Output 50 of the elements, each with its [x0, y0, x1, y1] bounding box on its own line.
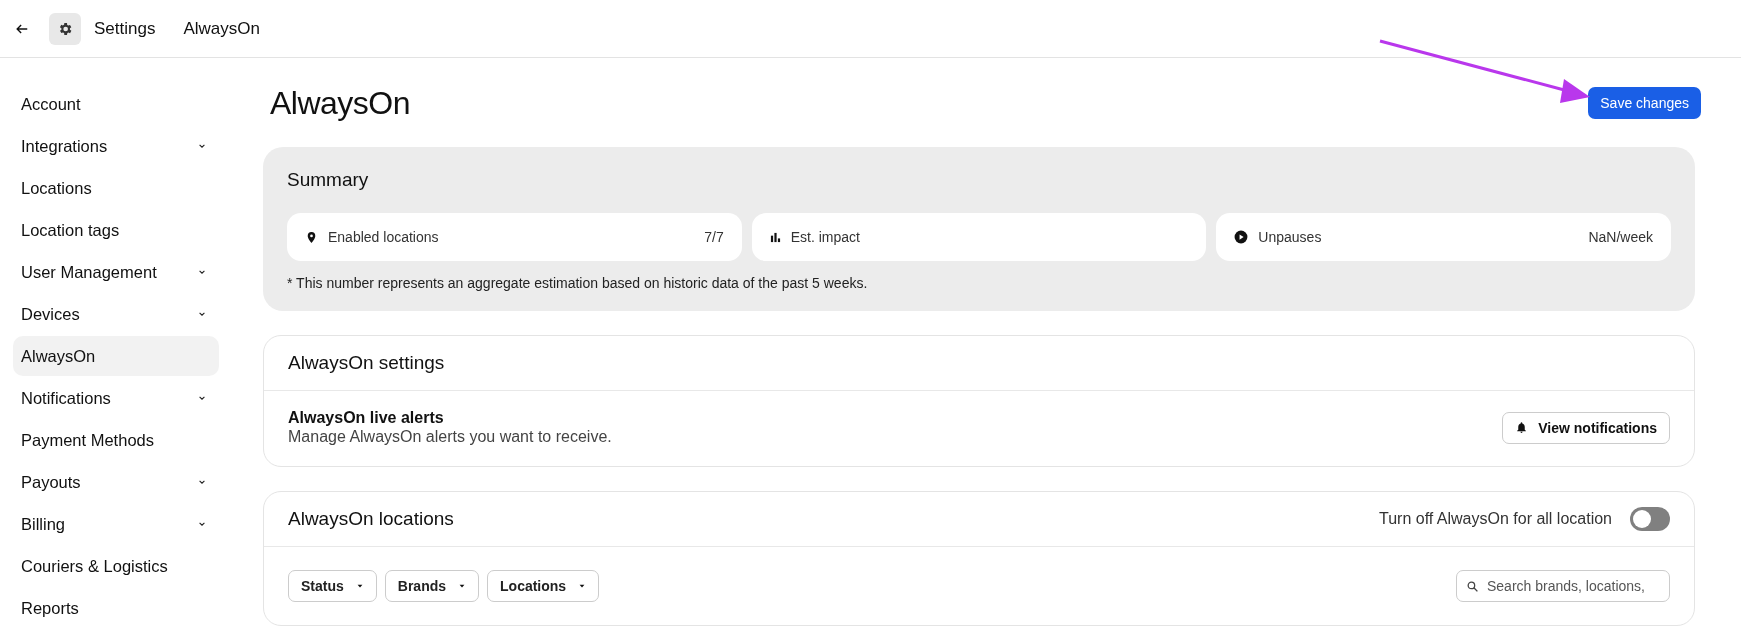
sidebar-item[interactable]: Account [13, 84, 219, 124]
toggle-label: Turn off AlwaysOn for all location [1379, 510, 1612, 528]
filter-dropdown[interactable]: Status [288, 570, 377, 602]
play-icon [1234, 230, 1249, 244]
stat-label: Enabled locations [328, 229, 439, 245]
stat-label: Unpauses [1258, 229, 1322, 245]
sidebar-item[interactable]: Locations [13, 168, 219, 208]
sidebar-item[interactable]: User Management [13, 252, 219, 292]
sidebar-item[interactable]: Reports [13, 588, 219, 628]
page-title: AlwaysOn [270, 84, 411, 122]
sidebar-item[interactable]: Billing [13, 504, 219, 544]
filter-dropdown[interactable]: Brands [384, 570, 480, 602]
card-title: AlwaysOn locations [288, 508, 454, 530]
summary-title: Summary [287, 169, 370, 191]
footnote: * This number represents an aggregate estimation based on historic data of the past 5 weeks. [287, 275, 869, 291]
settings-icon[interactable] [49, 12, 81, 45]
card-title: AlwaysOn settings [288, 352, 445, 374]
sidebar-item[interactable]: AlwaysOn [13, 336, 219, 376]
chevron-icon [198, 142, 206, 150]
sidebar-item[interactable]: Integrations [13, 126, 219, 166]
alerts-description: Manage AlwaysOn alerts you want to receive. [288, 428, 612, 446]
sidebar-item[interactable]: Payment Methods [13, 420, 219, 460]
chevron-icon [198, 268, 206, 276]
breadcrumb: AlwaysOn [183, 18, 260, 39]
sidebar-item[interactable]: Location tags [13, 210, 219, 250]
filter-dropdown[interactable]: Locations [487, 570, 600, 602]
bell-icon [1515, 421, 1529, 434]
search-icon [1466, 580, 1479, 593]
bar-chart-icon [769, 231, 781, 243]
sidebar-item[interactable]: Devices [13, 294, 219, 334]
toggle-switch[interactable] [1630, 507, 1670, 531]
header-title: Settings [94, 18, 156, 39]
stat-value: 7/7 [704, 229, 724, 245]
sidebar-item[interactable]: Couriers & Logistics [13, 546, 219, 586]
caret-icon [458, 582, 467, 590]
alerts-title: AlwaysOn live alerts [288, 409, 445, 427]
caret-icon [578, 582, 587, 590]
sidebar-item[interactable]: Payouts [13, 462, 219, 502]
chevron-icon [198, 520, 206, 528]
stat-value: NaN/week [1588, 229, 1653, 245]
chevron-icon [198, 478, 206, 486]
search-field[interactable]: Search brands, locations, [1456, 570, 1670, 602]
chevron-icon [198, 394, 206, 402]
sidebar-item[interactable]: Notifications [13, 378, 219, 418]
location-pin-icon [305, 230, 318, 244]
caret-icon [355, 582, 364, 590]
view-notifications-button[interactable]: View notifications [1502, 411, 1670, 444]
stat-label: Est. impact [790, 229, 860, 245]
save-button[interactable]: Save changes [1588, 87, 1701, 119]
chevron-icon [198, 310, 206, 318]
